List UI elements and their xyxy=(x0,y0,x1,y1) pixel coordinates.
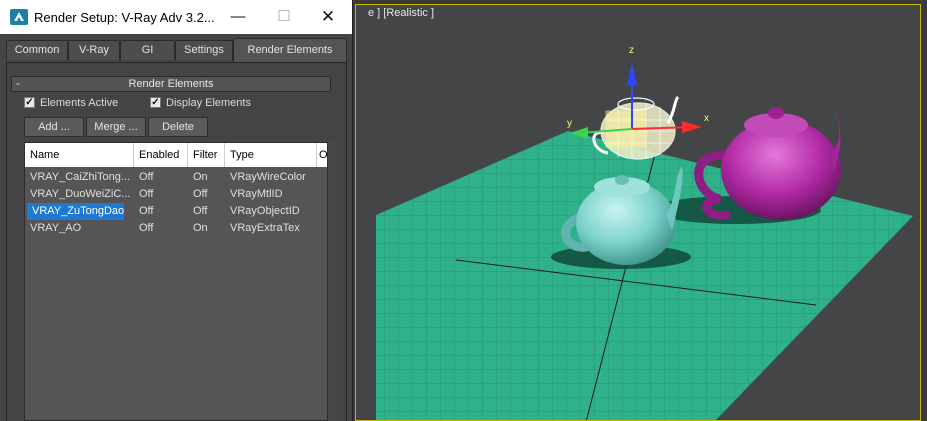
column-header-filter[interactable]: Filter xyxy=(188,143,225,167)
tab-vray[interactable]: V-Ray xyxy=(68,40,120,60)
viewport-label[interactable]: e ] [Realistic ] xyxy=(368,7,434,19)
row-filter: On xyxy=(193,222,208,234)
tab-gi[interactable]: GI xyxy=(120,40,175,60)
axis-y-label: y xyxy=(567,118,572,129)
display-elements-label: Display Elements xyxy=(166,97,251,109)
row-name: VRAY_CaiZhiTong... xyxy=(30,171,131,183)
row-type: VRayMtlID xyxy=(230,188,283,200)
viewport-scene: z x y xyxy=(376,45,913,420)
tab-render-elements[interactable]: Render Elements xyxy=(233,38,347,62)
row-enabled: Off xyxy=(139,222,154,234)
row-filter: On xyxy=(193,171,208,183)
row-enabled: Off xyxy=(139,205,154,217)
column-header-name[interactable]: Name xyxy=(25,143,134,167)
elements-active-label: Elements Active xyxy=(40,97,119,109)
list-row-selected[interactable]: VRAY_ZuTongDao Off Off VRayObjectID xyxy=(25,203,327,220)
merge-button[interactable]: Merge ... xyxy=(86,117,146,137)
3dsmax-app-icon xyxy=(10,9,28,25)
row-type: VRayObjectID xyxy=(230,205,300,217)
axis-x-label: x xyxy=(704,113,709,124)
tab-bar: Common V-Ray GI Settings Render Elements xyxy=(0,38,352,62)
axis-z-label: z xyxy=(629,45,634,56)
panel-scrollbar[interactable] xyxy=(328,142,336,421)
column-header-output[interactable]: O xyxy=(317,143,327,167)
row-name: VRAY_AO xyxy=(30,222,82,234)
row-type: VRayExtraTex xyxy=(230,222,300,234)
elements-active-checkbox[interactable]: ✓ xyxy=(24,97,35,108)
list-row[interactable]: VRAY_DuoWeiZiC... Off Off VRayMtlID xyxy=(25,186,327,203)
minimize-button[interactable]: — xyxy=(224,6,252,28)
maximize-button[interactable]: ☐ xyxy=(270,6,298,28)
render-elements-list[interactable]: Name Enabled Filter Type O VRAY_CaiZhiTo… xyxy=(24,142,328,421)
title-bar[interactable]: Render Setup: V-Ray Adv 3.2... — ☐ ✕ xyxy=(0,0,352,34)
list-header: Name Enabled Filter Type O xyxy=(25,143,327,167)
render-setup-dialog: Render Setup: V-Ray Adv 3.2... — ☐ ✕ Com… xyxy=(0,0,352,421)
row-name: VRAY_DuoWeiZiC... xyxy=(30,188,131,200)
close-button[interactable]: ✕ xyxy=(314,6,342,28)
row-enabled: Off xyxy=(139,171,154,183)
rollout-header[interactable]: - Render Elements xyxy=(11,76,331,92)
perspective-viewport[interactable]: z x y e ] [Realistic ] xyxy=(355,4,921,421)
display-elements-checkbox[interactable]: ✓ xyxy=(150,97,161,108)
list-row[interactable]: VRAY_CaiZhiTong... Off On VRayWireColor xyxy=(25,169,327,186)
add-button[interactable]: Add ... xyxy=(24,117,84,137)
column-header-enabled[interactable]: Enabled xyxy=(134,143,188,167)
rollout-title: Render Elements xyxy=(128,78,214,90)
window-title: Render Setup: V-Ray Adv 3.2... xyxy=(34,10,215,25)
row-filter: Off xyxy=(193,205,208,217)
magenta-teapot[interactable] xyxy=(694,103,841,221)
tab-common[interactable]: Common xyxy=(6,40,68,60)
delete-button[interactable]: Delete xyxy=(148,117,208,137)
list-row[interactable]: VRAY_AO Off On VRayExtraTex xyxy=(25,220,327,237)
row-filter: Off xyxy=(193,188,208,200)
tab-settings[interactable]: Settings xyxy=(175,40,233,60)
column-header-type[interactable]: Type xyxy=(225,143,317,167)
row-enabled: Off xyxy=(139,188,154,200)
row-name: VRAY_ZuTongDao xyxy=(27,203,124,220)
row-type: VRayWireColor xyxy=(230,171,306,183)
